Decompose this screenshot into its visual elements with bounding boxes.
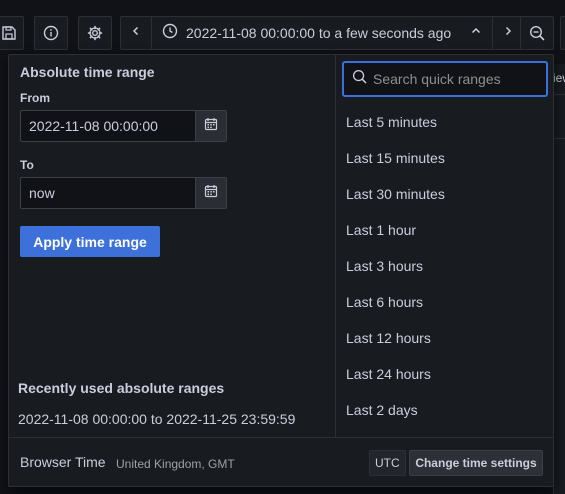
recent-range-item[interactable]: 2022-11-08 00:00:00 to 2022-11-25 23:59:…: [18, 411, 295, 427]
calendar-icon: [204, 117, 218, 136]
quick-ranges-search: [342, 61, 553, 97]
quick-range-item[interactable]: Last 30 minutes: [346, 176, 445, 212]
refresh-button[interactable]: [560, 16, 565, 50]
chevron-up-icon: [470, 24, 482, 42]
browser-time-title: Browser Time: [20, 454, 106, 470]
from-input[interactable]: [20, 110, 195, 142]
dashboard-settings-button[interactable]: [78, 16, 112, 50]
time-range-popup: Absolute time range From To Apply time r…: [8, 54, 554, 487]
absolute-range-pane: Absolute time range From To Apply time r…: [9, 55, 335, 437]
chevron-left-icon: [130, 24, 142, 42]
quick-ranges-list: Last 5 minutes Last 15 minutes Last 30 m…: [346, 104, 445, 428]
quick-range-item[interactable]: Last 12 hours: [346, 320, 445, 356]
quick-ranges-pane: Last 5 minutes Last 15 minutes Last 30 m…: [335, 55, 553, 437]
apply-time-range-button[interactable]: Apply time range: [20, 226, 160, 257]
to-calendar-button[interactable]: [195, 177, 227, 209]
from-field: [20, 110, 227, 142]
zoom-out-button[interactable]: [520, 16, 554, 50]
calendar-icon: [204, 184, 218, 203]
dashboard-background: [553, 64, 565, 494]
absolute-range-heading: Absolute time range: [20, 64, 155, 80]
time-range-label: 2022-11-08 00:00:00 to a few seconds ago: [186, 25, 452, 41]
gear-icon: [87, 25, 103, 41]
time-settings-footer: Browser Time United Kingdom, GMT UTC Cha…: [9, 437, 553, 486]
quick-range-item[interactable]: Last 5 minutes: [346, 104, 445, 140]
from-label: From: [20, 91, 50, 105]
quick-range-item[interactable]: Last 6 hours: [346, 284, 445, 320]
clock-icon: [162, 23, 178, 44]
quick-range-item[interactable]: Last 1 hour: [346, 212, 445, 248]
time-range-open-button[interactable]: 2022-11-08 00:00:00 to a few seconds ago: [151, 17, 493, 49]
info-icon: [43, 25, 59, 41]
quick-range-item[interactable]: Last 2 days: [346, 392, 445, 428]
save-dashboard-button[interactable]: [0, 16, 24, 50]
time-range-forward-button[interactable]: [493, 17, 523, 49]
dashboard-info-button[interactable]: [34, 16, 68, 50]
change-time-settings-button[interactable]: Change time settings: [409, 450, 543, 476]
view-label: iew: [553, 71, 565, 85]
time-range-back-button[interactable]: [121, 17, 151, 49]
to-label: To: [20, 158, 34, 172]
zoom-out-icon: [529, 25, 545, 41]
time-range-picker: 2022-11-08 00:00:00 to a few seconds ago: [120, 16, 524, 50]
recent-ranges-heading: Recently used absolute ranges: [18, 380, 225, 396]
to-field: [20, 177, 227, 209]
quick-range-item[interactable]: Last 24 hours: [346, 356, 445, 392]
time-zone-label: United Kingdom, GMT: [116, 457, 235, 471]
save-icon: [1, 25, 17, 41]
from-calendar-button[interactable]: [195, 110, 227, 142]
quick-ranges-search-input[interactable]: [373, 71, 553, 87]
quick-range-item[interactable]: Last 15 minutes: [346, 140, 445, 176]
to-input[interactable]: [20, 177, 195, 209]
search-icon: [352, 69, 367, 89]
quick-range-item[interactable]: Last 3 hours: [346, 248, 445, 284]
utc-badge: UTC: [369, 450, 406, 476]
chevron-right-icon: [502, 24, 514, 42]
